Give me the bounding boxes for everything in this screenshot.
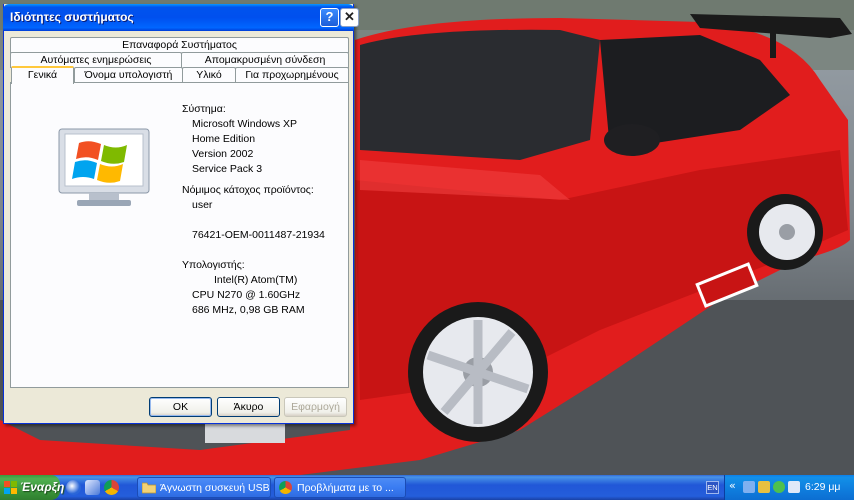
cancel-button[interactable]: Άκυρο [217, 397, 280, 417]
help-button[interactable]: ? [320, 8, 339, 27]
task-usb-device-label: Άγνωστη συσκευή USB [160, 482, 270, 494]
tab-system-restore[interactable]: Επαναφορά Συστήματος [10, 37, 349, 53]
os-version: Version 2002 [192, 148, 254, 160]
tray-expand-icon[interactable]: « [729, 479, 736, 492]
owner-name: user [192, 199, 213, 211]
start-label: Έναρξη [20, 480, 65, 494]
network-icon[interactable] [743, 481, 755, 493]
task-usb-device[interactable]: Άγνωστη συσκευή USB [137, 477, 271, 498]
product-id: 76421-OEM-0011487-21934 [192, 229, 325, 241]
windows-flag-icon [4, 481, 17, 494]
cpu-name: Intel(R) Atom(TM) [214, 274, 298, 286]
service-pack: Service Pack 3 [192, 163, 263, 175]
os-edition: Home Edition [192, 133, 256, 145]
ok-button[interactable]: OK [149, 397, 212, 417]
computer-heading: Υπολογιστής: [182, 259, 245, 271]
info-icon[interactable] [773, 481, 785, 493]
task-chrome-page[interactable]: Προβλήματα με το ... [274, 477, 406, 498]
chrome-icon [279, 481, 292, 494]
clock: 6:29 μμ [805, 481, 841, 493]
media-player-icon[interactable] [66, 480, 81, 495]
tab-computer-name[interactable]: Όνομα υπολογιστή [74, 67, 183, 83]
show-desktop-icon[interactable] [85, 480, 100, 495]
tab-hardware[interactable]: Υλικό [182, 67, 236, 83]
window-title: Ιδιότητες συστήματος [10, 10, 134, 24]
chrome-icon[interactable] [104, 480, 119, 495]
os-name: Microsoft Windows XP [192, 118, 298, 130]
task-chrome-page-label: Προβλήματα με το ... [297, 482, 394, 494]
start-button[interactable]: Έναρξη [0, 475, 64, 500]
close-button[interactable]: ✕ [340, 8, 359, 27]
language-indicator[interactable]: EN [706, 481, 719, 494]
folder-icon [142, 482, 156, 494]
cpu-ram: 686 MHz, 0,98 GB RAM [192, 304, 305, 316]
tab-advanced[interactable]: Για προχωρημένους [235, 67, 349, 83]
tab-remote[interactable]: Απομακρυσμένη σύνδεση [181, 52, 349, 68]
owner-heading: Νόμιμος κάτοχος προϊόντος: [182, 184, 314, 196]
volume-icon[interactable] [788, 481, 800, 493]
window-titlebar[interactable]: Ιδιότητες συστήματος ? ✕ [3, 4, 359, 31]
tab-general[interactable]: Γενικά [11, 66, 74, 84]
cpu-model: CPU N270 @ 1.60GHz [192, 289, 301, 301]
system-properties-window: Ιδιότητες συστήματος ? ✕ Επαναφορά Συστή… [3, 4, 359, 424]
windows-xp-monitor-icon [58, 128, 150, 206]
system-heading: Σύστημα: [182, 103, 226, 115]
taskbar: Έναρξη Άγνωστη συσκευή USB Προβλήματα με… [0, 475, 854, 500]
general-tab-panel: Σύστημα: Microsoft Windows XP Home Editi… [10, 82, 349, 388]
security-shield-icon[interactable] [758, 481, 770, 493]
apply-button[interactable]: Εφαρμογή [284, 397, 347, 417]
